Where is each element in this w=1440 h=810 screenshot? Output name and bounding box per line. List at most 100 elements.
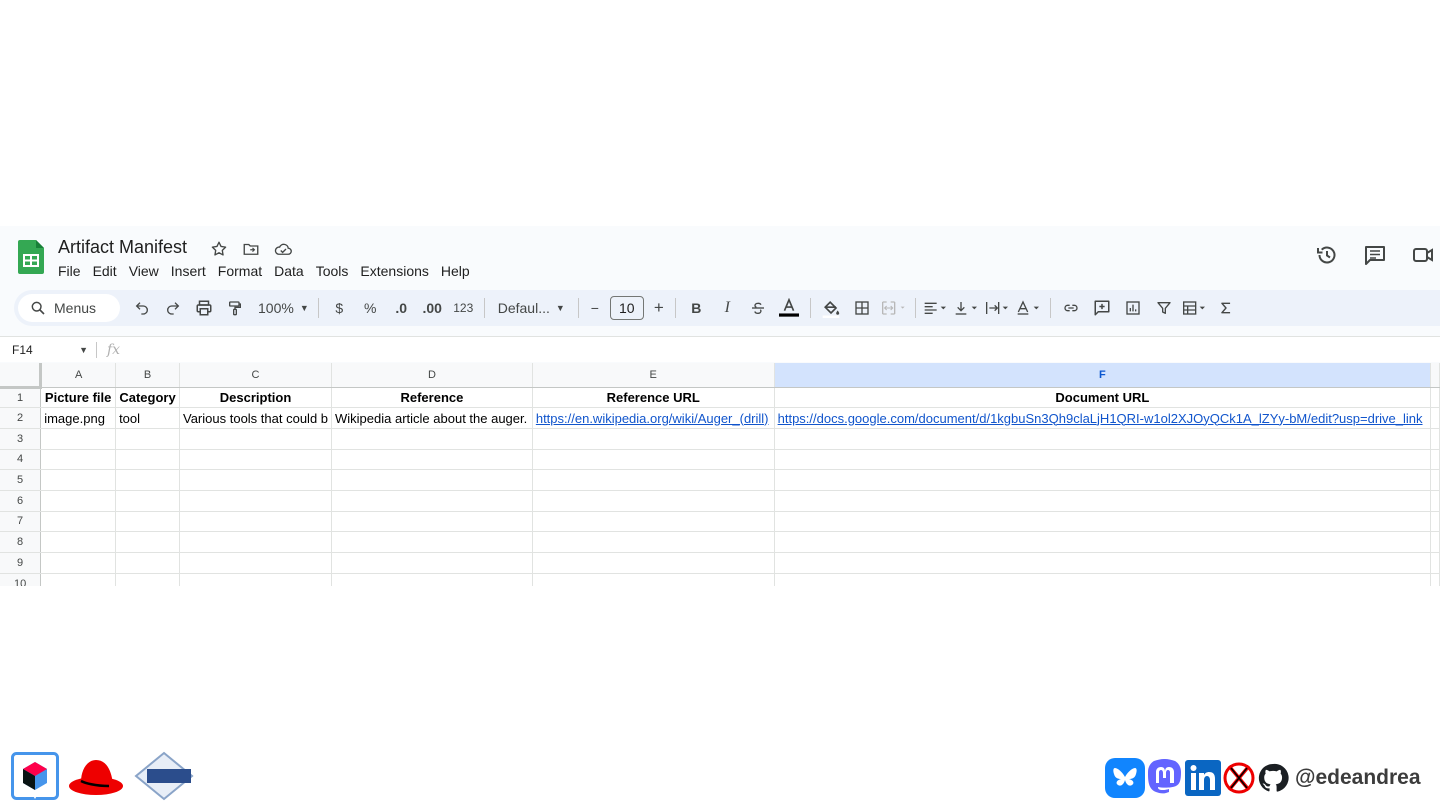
cell-d1[interactable]: Reference <box>331 387 533 409</box>
empty-cell[interactable] <box>532 531 775 553</box>
vertical-align-button[interactable] <box>952 294 983 322</box>
empty-cell[interactable] <box>774 490 1432 512</box>
borders-button[interactable] <box>847 294 878 322</box>
empty-cell[interactable] <box>1430 511 1440 533</box>
empty-cell[interactable] <box>179 511 333 533</box>
insert-comment-button[interactable] <box>1087 294 1118 322</box>
empty-cell[interactable] <box>331 469 533 491</box>
empty-cell[interactable] <box>179 428 333 450</box>
horizontal-align-button[interactable] <box>921 294 952 322</box>
star-icon[interactable] <box>208 238 230 260</box>
row-header[interactable]: 7 <box>0 511 42 533</box>
empty-cell[interactable] <box>774 573 1432 586</box>
row-header[interactable]: 1 <box>0 387 42 409</box>
decrease-font-size-button[interactable]: − <box>584 294 606 322</box>
empty-cell[interactable] <box>179 469 333 491</box>
empty-cell[interactable] <box>40 449 117 471</box>
create-filter-button[interactable] <box>1149 294 1180 322</box>
row-header[interactable]: 3 <box>0 428 42 450</box>
empty-cell[interactable] <box>1430 531 1440 553</box>
empty-cell[interactable] <box>532 428 775 450</box>
redo-button[interactable] <box>157 294 188 322</box>
cell-b1[interactable]: Category <box>115 387 180 409</box>
decrease-decimal-button[interactable]: .0 <box>386 294 417 322</box>
merge-cells-button[interactable] <box>878 294 910 322</box>
empty-cell[interactable] <box>331 511 533 533</box>
bold-button[interactable]: B <box>681 294 712 322</box>
empty-cell[interactable] <box>532 490 775 512</box>
filter-views-button[interactable] <box>1180 294 1211 322</box>
cell-e1[interactable]: Reference URL <box>532 387 775 409</box>
menu-help[interactable]: Help <box>435 262 476 280</box>
empty-cell[interactable] <box>179 449 333 471</box>
comments-icon[interactable] <box>1362 242 1388 268</box>
insert-link-button[interactable] <box>1056 294 1087 322</box>
empty-cell[interactable] <box>774 511 1432 533</box>
empty-cell[interactable] <box>40 490 117 512</box>
functions-button[interactable] <box>1211 294 1242 322</box>
cell-a2[interactable]: image.png <box>40 407 117 429</box>
paint-format-button[interactable] <box>219 294 250 322</box>
cell-b2[interactable]: tool <box>115 407 180 429</box>
empty-cell[interactable] <box>774 552 1432 574</box>
empty-cell[interactable] <box>331 552 533 574</box>
more-formats-button[interactable]: 123 <box>448 294 479 322</box>
cell-e2-link[interactable]: https://en.wikipedia.org/wiki/Auger_(dri… <box>532 407 775 429</box>
empty-cell[interactable] <box>115 511 180 533</box>
menu-view[interactable]: View <box>123 262 165 280</box>
empty-cell[interactable] <box>532 511 775 533</box>
empty-cell[interactable] <box>179 531 333 553</box>
empty-cell[interactable] <box>1430 449 1440 471</box>
row-header[interactable]: 4 <box>0 449 42 471</box>
strikethrough-button[interactable] <box>743 294 774 322</box>
empty-cell[interactable] <box>115 428 180 450</box>
empty-cell[interactable] <box>1430 469 1440 491</box>
empty-cell[interactable] <box>331 573 533 586</box>
empty-cell[interactable] <box>774 531 1432 553</box>
print-button[interactable] <box>188 294 219 322</box>
cell-f1[interactable]: Document URL <box>774 387 1432 409</box>
name-box[interactable]: F14 ▼ <box>0 343 96 357</box>
empty-cell[interactable] <box>40 511 117 533</box>
sheets-logo-icon[interactable] <box>18 240 44 274</box>
row-header[interactable]: 6 <box>0 490 42 512</box>
empty-cell[interactable] <box>1430 552 1440 574</box>
empty-cell[interactable] <box>179 490 333 512</box>
undo-button[interactable] <box>126 294 157 322</box>
italic-button[interactable]: I <box>712 294 743 322</box>
empty-cell[interactable] <box>774 449 1432 471</box>
empty-cell[interactable] <box>115 573 180 586</box>
move-to-folder-icon[interactable] <box>240 238 262 260</box>
empty-cell[interactable] <box>179 573 333 586</box>
cell-d2[interactable]: Wikipedia article about the auger. <box>331 407 533 429</box>
menu-format[interactable]: Format <box>212 262 268 280</box>
empty-cell[interactable] <box>1430 573 1440 586</box>
document-title[interactable]: Artifact Manifest <box>58 237 187 258</box>
empty-cell[interactable] <box>331 490 533 512</box>
column-header-e[interactable]: E <box>532 363 775 388</box>
cell-c1[interactable]: Description <box>179 387 333 409</box>
empty-cell[interactable] <box>774 428 1432 450</box>
column-header-d[interactable]: D <box>331 363 533 388</box>
cloud-status-icon[interactable] <box>272 238 294 260</box>
version-history-icon[interactable] <box>1314 242 1340 268</box>
empty-cell[interactable] <box>40 428 117 450</box>
empty-cell[interactable] <box>40 531 117 553</box>
font-family-select[interactable]: Defaul... ▼ <box>490 294 573 322</box>
empty-cell[interactable] <box>532 573 775 586</box>
empty-cell[interactable] <box>532 552 775 574</box>
empty-cell[interactable] <box>532 449 775 471</box>
empty-cell[interactable] <box>1430 490 1440 512</box>
empty-cell[interactable] <box>40 573 117 586</box>
empty-cell[interactable] <box>115 552 180 574</box>
format-currency-button[interactable]: $ <box>324 294 355 322</box>
increase-decimal-button[interactable]: .00 <box>417 294 448 322</box>
empty-cell[interactable] <box>40 469 117 491</box>
empty-cell[interactable] <box>115 490 180 512</box>
row-header[interactable]: 10 <box>0 573 42 586</box>
menu-extensions[interactable]: Extensions <box>354 262 434 280</box>
text-rotation-button[interactable] <box>1014 294 1045 322</box>
cell-c2[interactable]: Various tools that could b <box>179 407 333 429</box>
insert-chart-button[interactable] <box>1118 294 1149 322</box>
row-header[interactable]: 2 <box>0 407 42 429</box>
